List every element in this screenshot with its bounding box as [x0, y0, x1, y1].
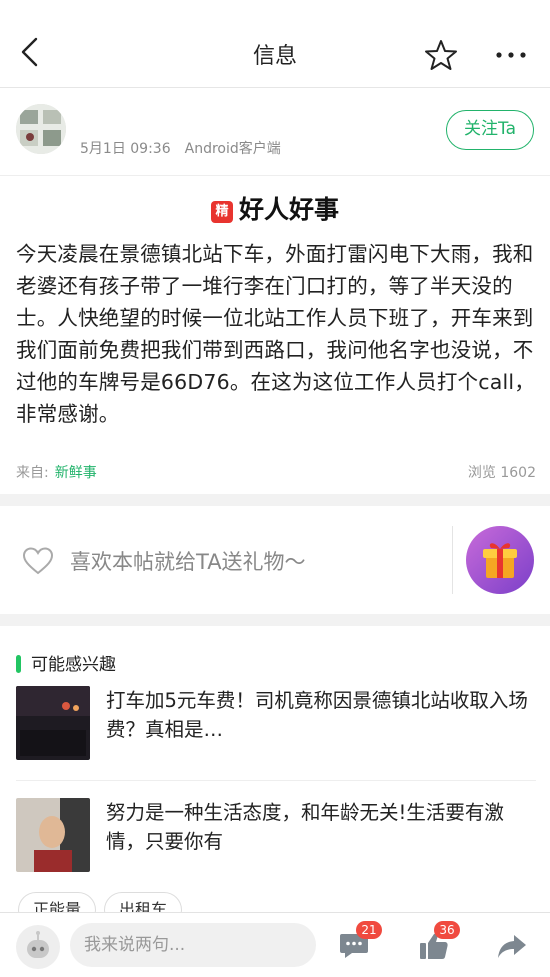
comment-count-badge: 21 — [356, 921, 382, 939]
post-card: 5月1日 09:36 Android客户端 关注Ta 精好人好事 今天凌晨在景德镇… — [0, 88, 550, 494]
divider — [16, 780, 536, 781]
source-link[interactable]: 新鲜事 — [55, 465, 97, 481]
top-bar: 信息 — [0, 0, 550, 88]
post-body: 今天凌晨在景德镇北站下车，外面打雷闪电下大雨，我和老婆还有孩子带了一堆行李在门口… — [16, 242, 535, 426]
thumbnail — [16, 686, 90, 760]
bottom-bar: 我来说两句... 21 36 — [0, 912, 550, 977]
post-source: 来自: 新鲜事 — [16, 462, 97, 482]
like-count-badge: 36 — [434, 921, 460, 939]
post-date: 5月1日 09:36 — [80, 141, 171, 157]
author-row: 5月1日 09:36 Android客户端 关注Ta — [0, 88, 550, 176]
view-count: 浏览 1602 — [467, 465, 536, 481]
follow-button[interactable]: 关注Ta — [446, 110, 534, 150]
heading-bar — [16, 655, 21, 673]
source-label: 来自: — [16, 465, 49, 481]
more-icon[interactable] — [494, 50, 528, 60]
thumbnail — [16, 798, 90, 872]
post-client: Android客户端 — [184, 141, 281, 157]
list-item-title: 打车加5元车费！司机竟称因景德镇北站收取入场费？真相是… — [106, 689, 528, 741]
divider — [452, 526, 453, 594]
post-title: 好人好事 — [238, 195, 339, 224]
share-icon[interactable] — [496, 931, 528, 961]
page-title: 信息 — [252, 44, 297, 69]
star-icon[interactable] — [424, 38, 458, 72]
robot-avatar-icon[interactable] — [14, 923, 62, 971]
post-title-row: 精好人好事 — [0, 190, 550, 226]
list-item-title: 努力是一种生活态度，和年龄无关!生活要有激情，只要你有 — [106, 801, 504, 853]
gift-icon — [483, 543, 517, 578]
comment-input[interactable]: 我来说两句... — [70, 923, 316, 967]
gift-button[interactable] — [466, 526, 534, 594]
related-heading: 可能感兴趣 — [16, 650, 116, 675]
list-item[interactable]: 打车加5元车费！司机竟称因景德镇北站收取入场费？真相是… — [16, 686, 536, 786]
gift-section: 喜欢本帖就给TA送礼物～ — [0, 506, 550, 614]
featured-badge: 精 — [210, 201, 233, 223]
heart-icon[interactable] — [22, 546, 54, 576]
gift-prompt[interactable]: 喜欢本帖就给TA送礼物～ — [70, 546, 306, 576]
post-meta: 5月1日 09:36 Android客户端 — [80, 138, 281, 158]
list-item[interactable]: 努力是一种生活态度，和年龄无关!生活要有激情，只要你有 — [16, 798, 536, 898]
avatar[interactable] — [16, 104, 66, 154]
